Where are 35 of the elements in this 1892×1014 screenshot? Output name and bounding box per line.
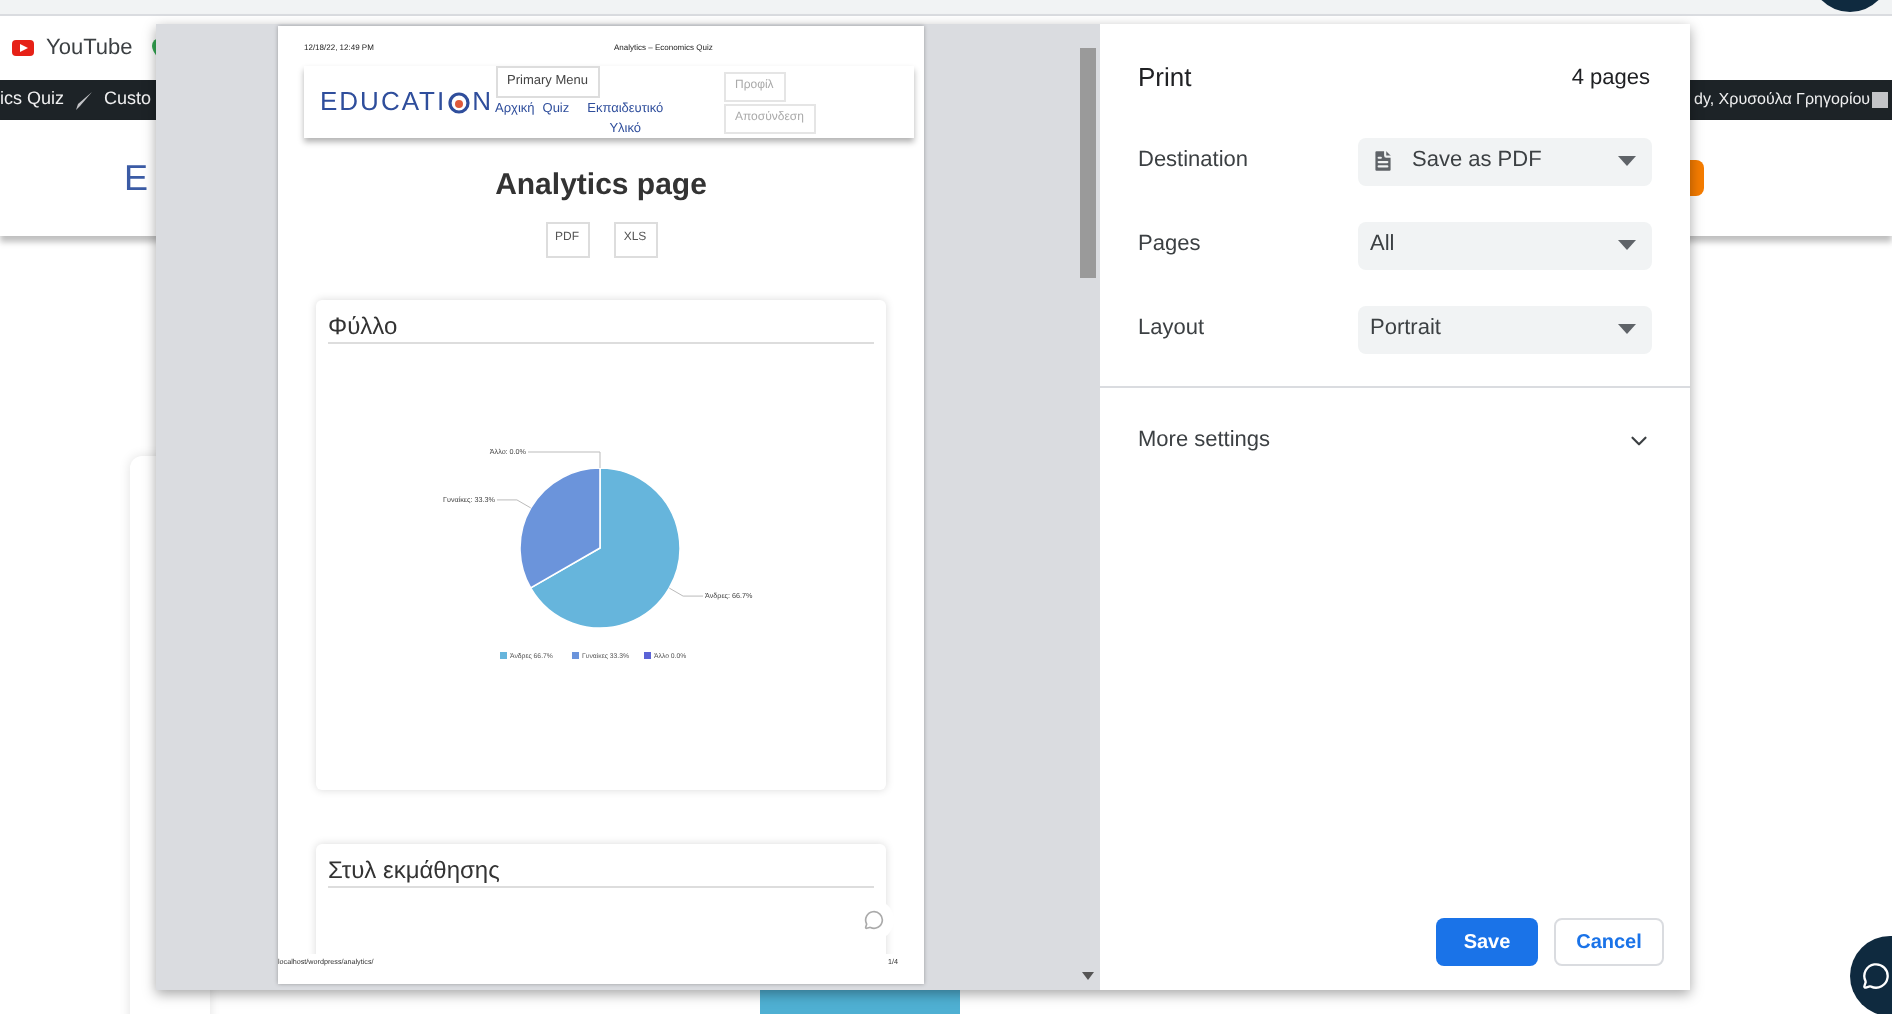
admin-bar-greeting[interactable]: dy, Χρυσούλα Γρηγορίου bbox=[1694, 88, 1866, 112]
document-icon bbox=[1370, 148, 1396, 174]
caret-icon bbox=[1618, 240, 1636, 250]
card-title: Στυλ εκμάθησης bbox=[328, 855, 874, 888]
caret-icon bbox=[1618, 324, 1636, 334]
leader-line bbox=[527, 451, 601, 468]
card-title: Φύλλο bbox=[328, 311, 874, 344]
admin-bar-link[interactable]: ics Quiz bbox=[0, 86, 65, 114]
speech-bubble-icon bbox=[864, 909, 884, 930]
brush-icon bbox=[76, 91, 93, 109]
admin-bar-link[interactable]: Custo bbox=[104, 86, 152, 114]
save-button[interactable]: Save bbox=[1436, 918, 1538, 966]
leader-line bbox=[496, 498, 532, 508]
page-heading: Analytics page bbox=[495, 166, 707, 207]
site-logo: EDUCATI N bbox=[320, 84, 493, 121]
avatar-icon bbox=[1872, 92, 1888, 108]
leader-line bbox=[668, 587, 704, 597]
bookmark[interactable]: YouTube bbox=[12, 31, 133, 65]
cancel-button[interactable]: Cancel bbox=[1554, 918, 1664, 966]
option-label: Layout bbox=[1138, 314, 1207, 345]
option-select[interactable]: Save as PDF bbox=[1358, 137, 1652, 185]
option-label: Destination bbox=[1138, 146, 1251, 177]
option-label: Pages bbox=[1138, 230, 1203, 261]
dialog-title: Print bbox=[1138, 60, 1192, 96]
page-count: 4 pages bbox=[1571, 63, 1650, 93]
option-select[interactable]: All bbox=[1358, 221, 1652, 269]
more-settings-toggle[interactable]: More settings bbox=[1100, 387, 1690, 495]
video-icon bbox=[12, 40, 34, 56]
site-logo: E bbox=[124, 155, 149, 201]
option-select[interactable]: Portrait bbox=[1358, 305, 1652, 353]
chat-icon bbox=[1862, 962, 1890, 990]
logo-icon bbox=[448, 91, 471, 114]
scroll-down-icon bbox=[1081, 972, 1093, 980]
scrollbar-thumb[interactable] bbox=[1079, 48, 1095, 278]
caret-icon bbox=[1618, 156, 1636, 166]
